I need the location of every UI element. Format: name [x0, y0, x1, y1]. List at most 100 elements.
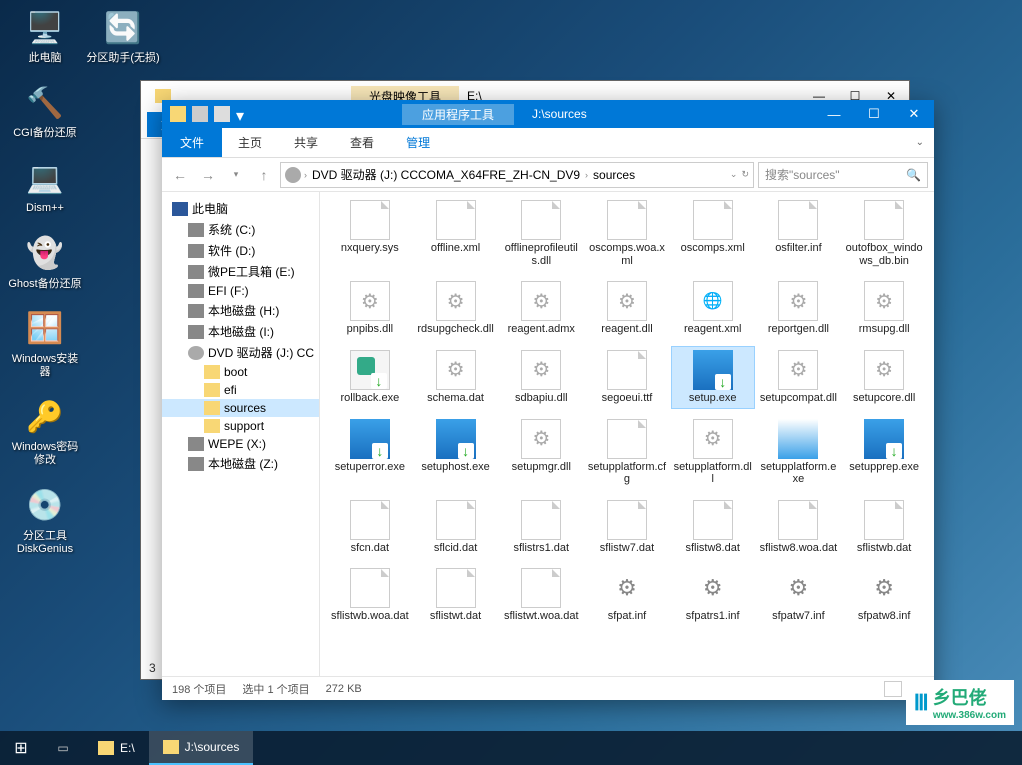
win-password-icon: 🔑 [25, 397, 65, 437]
file-item[interactable]: sflistwt.dat [414, 564, 498, 627]
file-item[interactable]: sfpatrs1.inf [671, 564, 755, 627]
close-button[interactable]: ✕ [894, 100, 934, 128]
desktop-icon-diskgenius[interactable]: 💿分区工具DiskGenius [8, 486, 82, 556]
ribbon-share[interactable]: 共享 [278, 128, 334, 157]
desktop-icon-cgi-backup[interactable]: 🔨CGI备份还原 [8, 83, 82, 140]
desktop-icon-win-installer[interactable]: 🪟Windows安装器 [8, 309, 82, 379]
file-item[interactable]: reagent.admx [499, 277, 583, 340]
file-item[interactable]: oscomps.xml [671, 196, 755, 271]
tree-node[interactable]: 本地磁盘 (H:) [162, 300, 319, 321]
desktop-icon-partition-assistant[interactable]: 🔄分区助手(无损) [86, 8, 160, 65]
tree-node[interactable]: sources [162, 399, 319, 417]
tree-node[interactable]: support [162, 417, 319, 435]
file-item[interactable]: reportgen.dll [757, 277, 841, 340]
tree-node[interactable]: DVD 驱动器 (J:) CC [162, 342, 319, 363]
file-item[interactable]: sfpatw7.inf [757, 564, 841, 627]
file-item[interactable]: sflistrs1.dat [499, 496, 583, 559]
file-item[interactable]: setupplatform.exe [757, 415, 841, 490]
file-item[interactable]: schema.dat [414, 346, 498, 409]
file-item[interactable]: pnpibs.dll [328, 277, 412, 340]
file-item[interactable]: sfcn.dat [328, 496, 412, 559]
desktop-icon-this-pc[interactable]: 🖥️此电脑 [8, 8, 82, 65]
file-item[interactable]: sfpat.inf [585, 564, 669, 627]
file-item[interactable]: offlineprofileutils.dll [499, 196, 583, 271]
file-item[interactable]: osfilter.inf [757, 196, 841, 271]
file-item[interactable]: reagent.dll [585, 277, 669, 340]
file-item[interactable]: oscomps.woa.xml [585, 196, 669, 271]
tree-node[interactable]: 本地磁盘 (Z:) [162, 453, 319, 474]
minimize-button[interactable]: — [814, 100, 854, 128]
file-item[interactable]: setuphost.exe [414, 415, 498, 490]
tree-node[interactable]: 微PE工具箱 (E:) [162, 261, 319, 282]
tree-node[interactable]: 此电脑 [162, 198, 319, 219]
file-name: reagent.admx [501, 323, 581, 336]
crumb-folder[interactable]: sources [591, 168, 637, 182]
file-item[interactable]: setup.exe [671, 346, 755, 409]
file-pane[interactable]: nxquery.sysoffline.xmlofflineprofileutil… [320, 192, 934, 676]
tree-node[interactable]: 系统 (C:) [162, 219, 319, 240]
file-item[interactable]: sflistw8.woa.dat [757, 496, 841, 559]
file-item[interactable]: outofbox_windows_db.bin [842, 196, 926, 271]
file-item[interactable]: rdsupgcheck.dll [414, 277, 498, 340]
file-item[interactable]: segoeui.ttf [585, 346, 669, 409]
titlebar-front[interactable]: ▾ 应用程序工具 J:\sources — ☐ ✕ [162, 100, 934, 128]
search-input[interactable]: 搜索"sources" 🔍 [758, 162, 928, 188]
tree-node[interactable]: 软件 (D:) [162, 240, 319, 261]
file-name: sfpatw7.inf [759, 610, 839, 623]
crumb-drive[interactable]: DVD 驱动器 (J:) CCCOMA_X64FRE_ZH-CN_DV9 [310, 166, 582, 183]
file-item[interactable]: rmsupg.dll [842, 277, 926, 340]
desktop-icon-ghost[interactable]: 👻Ghost备份还原 [8, 234, 82, 291]
desktop-icon-dism[interactable]: 💻Dism++ [8, 158, 82, 215]
ribbon-manage[interactable]: 管理 [390, 128, 446, 157]
file-item[interactable]: setupplatform.cfg [585, 415, 669, 490]
task-view-button[interactable]: ▭ [42, 731, 84, 765]
tree-node[interactable]: EFI (F:) [162, 282, 319, 300]
up-button[interactable]: ↑ [252, 163, 276, 187]
file-name: setupcore.dll [844, 392, 924, 405]
taskbar-item[interactable]: J:\sources [149, 731, 254, 765]
file-item[interactable]: sflistwt.woa.dat [499, 564, 583, 627]
breadcrumb[interactable]: › DVD 驱动器 (J:) CCCOMA_X64FRE_ZH-CN_DV9 ›… [280, 162, 754, 188]
file-item[interactable]: sflcid.dat [414, 496, 498, 559]
file-item[interactable]: setupprep.exe [842, 415, 926, 490]
tree-node[interactable]: WEPE (X:) [162, 435, 319, 453]
taskbar-item[interactable]: E:\ [84, 731, 149, 765]
file-item[interactable]: rollback.exe [328, 346, 412, 409]
qat-icon[interactable] [192, 106, 208, 122]
file-item[interactable]: setupplatform.dll [671, 415, 755, 490]
file-item[interactable]: setupcompat.dll [757, 346, 841, 409]
view-details-button[interactable] [884, 681, 902, 697]
tools-tab-front[interactable]: 应用程序工具 [402, 104, 514, 125]
file-item[interactable]: sflistwb.woa.dat [328, 564, 412, 627]
recent-dropdown-icon[interactable]: ▾ [224, 163, 248, 187]
file-item[interactable]: sflistw8.dat [671, 496, 755, 559]
file-item[interactable]: sflistwb.dat [842, 496, 926, 559]
file-item[interactable]: reagent.xml [671, 277, 755, 340]
history-dropdown-icon[interactable]: ⌄ [730, 169, 738, 180]
qat-icon[interactable] [214, 106, 230, 122]
back-button[interactable]: ← [168, 163, 192, 187]
file-item[interactable]: nxquery.sys [328, 196, 412, 271]
file-item[interactable]: setupmgr.dll [499, 415, 583, 490]
tree-node[interactable]: 本地磁盘 (I:) [162, 321, 319, 342]
chevron-right-icon[interactable]: › [585, 170, 588, 180]
file-item[interactable]: sdbapiu.dll [499, 346, 583, 409]
file-item[interactable]: setupcore.dll [842, 346, 926, 409]
forward-button[interactable]: → [196, 163, 220, 187]
refresh-icon[interactable]: ↻ [741, 169, 749, 180]
ribbon-expand-icon[interactable]: ⌄ [906, 137, 934, 148]
file-item[interactable]: sflistw7.dat [585, 496, 669, 559]
desktop-icon-win-password[interactable]: 🔑Windows密码修改 [8, 397, 82, 467]
qat-dropdown-icon[interactable]: ▾ [236, 106, 244, 122]
file-item[interactable]: sfpatw8.inf [842, 564, 926, 627]
ribbon-view[interactable]: 查看 [334, 128, 390, 157]
tree-node[interactable]: boot [162, 363, 319, 381]
tree-node[interactable]: efi [162, 381, 319, 399]
ribbon-home[interactable]: 主页 [222, 128, 278, 157]
file-item[interactable]: setuperror.exe [328, 415, 412, 490]
file-item[interactable]: offline.xml [414, 196, 498, 271]
ribbon-file[interactable]: 文件 [162, 128, 222, 157]
start-button[interactable]: ⊞ [0, 731, 42, 765]
chevron-right-icon[interactable]: › [304, 170, 307, 180]
maximize-button[interactable]: ☐ [854, 100, 894, 128]
